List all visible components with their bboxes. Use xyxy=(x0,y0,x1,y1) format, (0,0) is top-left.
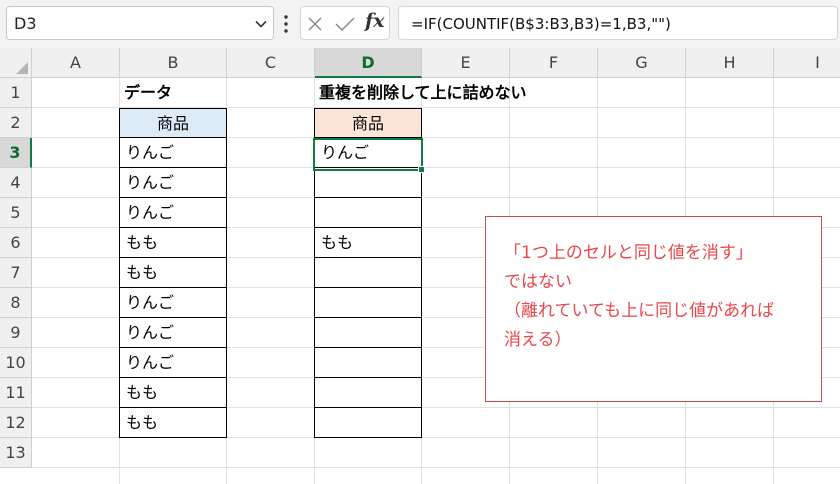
note-line: ではない xyxy=(504,272,572,292)
name-box[interactable]: D3 xyxy=(6,6,274,40)
column-header-i[interactable]: I xyxy=(774,48,840,78)
annotation-textbox[interactable]: 「1つ上のセルと同じ値を消す」 ではない （離れていても上に同じ値があれば 消え… xyxy=(485,216,822,402)
column-header-d[interactable]: D xyxy=(315,48,422,78)
enter-check-icon[interactable] xyxy=(335,16,355,32)
row-header-8[interactable]: 8 xyxy=(0,288,32,318)
result-title-cell[interactable]: 重複を削除して上に詰めない xyxy=(319,78,527,108)
select-all-button[interactable] xyxy=(0,48,32,78)
table-b-cell[interactable]: りんご xyxy=(119,138,227,168)
table-b-cell[interactable]: りんご xyxy=(119,348,227,378)
row-header-10[interactable]: 10 xyxy=(0,348,32,378)
column-header-e[interactable]: E xyxy=(422,48,510,78)
table-b-cell[interactable]: りんご xyxy=(119,288,227,318)
table-d-cell[interactable] xyxy=(314,288,422,318)
column-header-c[interactable]: C xyxy=(227,48,315,78)
row-header-1[interactable]: 1 xyxy=(0,78,32,108)
table-b-cell[interactable]: りんご xyxy=(119,198,227,228)
row-header-4[interactable]: 4 xyxy=(0,168,32,198)
fill-handle[interactable] xyxy=(418,166,425,173)
table-d-cell[interactable] xyxy=(314,198,422,228)
row-header-3[interactable]: 3 xyxy=(0,138,32,168)
note-line: （離れていても上に同じ値があれば xyxy=(504,301,775,321)
column-header-b[interactable]: B xyxy=(120,48,227,78)
row-header-5[interactable]: 5 xyxy=(0,198,32,228)
cancel-icon[interactable] xyxy=(307,16,323,32)
row-header-6[interactable]: 6 xyxy=(0,228,32,258)
data-title-cell[interactable]: データ xyxy=(124,78,172,108)
row-header-11[interactable]: 11 xyxy=(0,378,32,408)
table-b-cell[interactable]: もも xyxy=(119,258,227,288)
row-header-7[interactable]: 7 xyxy=(0,258,32,288)
table-b-cell[interactable]: りんご xyxy=(119,318,227,348)
insert-function-icon[interactable]: fx xyxy=(365,10,385,32)
table-d-cell[interactable]: もも xyxy=(314,228,422,258)
note-line: 消える） xyxy=(504,330,572,350)
table-d-cell[interactable] xyxy=(314,258,422,288)
column-header-a[interactable]: A xyxy=(32,48,120,78)
row-header-2[interactable]: 2 xyxy=(0,108,32,138)
column-header-g[interactable]: G xyxy=(598,48,686,78)
table-d-cell[interactable] xyxy=(314,318,422,348)
table-b-cell[interactable]: もも xyxy=(119,408,227,438)
table-b-cell[interactable]: もも xyxy=(119,378,227,408)
active-cell-selection[interactable] xyxy=(313,138,423,171)
table-d-header[interactable]: 商品 xyxy=(314,108,422,138)
table-b-header[interactable]: 商品 xyxy=(119,108,227,138)
table-b-cell[interactable]: りんご xyxy=(119,168,227,198)
formula-bar-area: D3 fx =IF(COUNTIF(B$3:B3,B3)=1,B3,"") xyxy=(0,0,840,48)
table-d-cell[interactable] xyxy=(314,378,422,408)
row-header-12[interactable]: 12 xyxy=(0,408,32,438)
formula-actions: fx xyxy=(300,6,390,40)
more-options-icon[interactable] xyxy=(283,14,289,34)
gridline xyxy=(32,467,840,468)
row-header-13[interactable]: 13 xyxy=(0,438,32,468)
column-header-h[interactable]: H xyxy=(686,48,774,78)
row-header-9[interactable]: 9 xyxy=(0,318,32,348)
table-b-cell[interactable]: もも xyxy=(119,228,227,258)
note-line: 「1つ上のセルと同じ値を消す」 xyxy=(504,243,753,263)
name-box-value: D3 xyxy=(14,14,37,33)
table-d-cell[interactable] xyxy=(314,168,422,198)
column-header-f[interactable]: F xyxy=(510,48,598,78)
table-d-cell[interactable] xyxy=(314,408,422,438)
formula-text: =IF(COUNTIF(B$3:B3,B3)=1,B3,"") xyxy=(411,15,671,33)
chevron-down-icon[interactable] xyxy=(255,18,267,30)
table-d-cell[interactable] xyxy=(314,348,422,378)
formula-input[interactable]: =IF(COUNTIF(B$3:B3,B3)=1,B3,"") xyxy=(398,6,838,40)
